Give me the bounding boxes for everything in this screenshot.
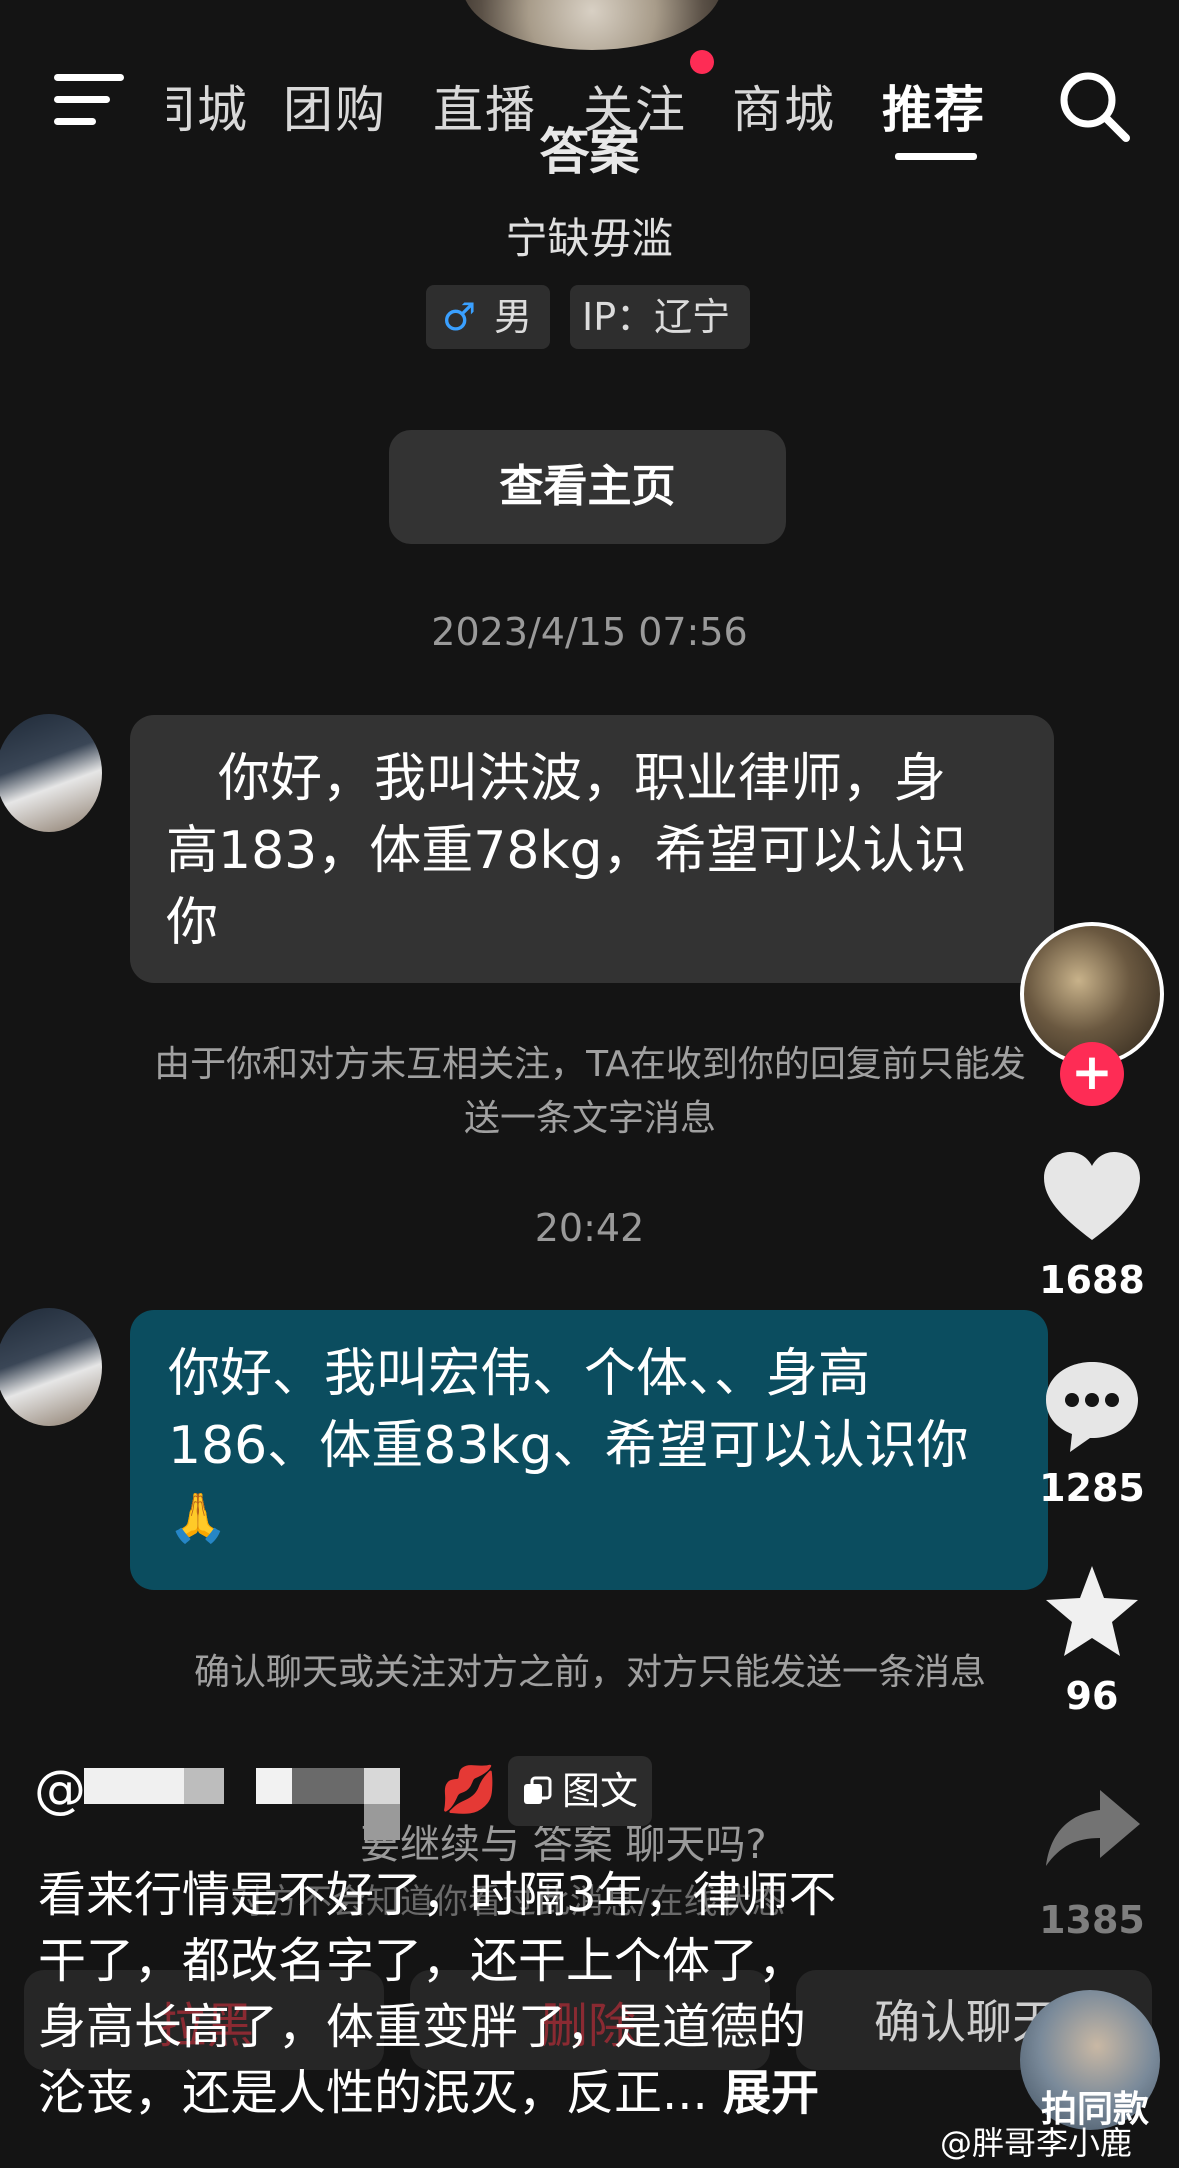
- message-bubble: 你好，我叫洪波，职业律师，身 高183，体重78kg，希望可以认识 你: [130, 715, 1054, 983]
- image-text-label: 图文: [562, 1769, 639, 1813]
- follow-notice: 由于你和对方未互相关注，TA在收到你的回复前只能发 送一条文字消息: [100, 1038, 1080, 1146]
- caption-line: 沦丧，还是人性的泯灭，反正... 展开: [38, 2060, 918, 2126]
- redacted-name: [184, 1768, 224, 1804]
- top-avatar-peek: [462, 0, 722, 50]
- pray-emoji: 🙏: [168, 1490, 228, 1546]
- kiss-emoji: 💋: [440, 1762, 498, 1816]
- notice-line: 由于你和对方未互相关注，TA在收到你的回复前只能发: [154, 1044, 1026, 1085]
- copy-icon: [524, 1776, 552, 1804]
- comment-count: 1285: [1039, 1466, 1145, 1510]
- star-icon[interactable]: [1040, 1562, 1144, 1662]
- message-line: 你好，我叫洪波，职业律师，身: [166, 749, 947, 809]
- profile-bio: 宁缺毋滥: [505, 214, 674, 263]
- expand-button[interactable]: 展开: [723, 2065, 819, 2121]
- favorite-count: 96: [1065, 1674, 1119, 1718]
- message-line: 高183，体重78kg，希望可以认识: [166, 821, 967, 881]
- redacted-name: [84, 1768, 184, 1804]
- redacted-name: [364, 1768, 400, 1804]
- redacted-name: [256, 1768, 292, 1804]
- heart-icon[interactable]: [1040, 1148, 1144, 1248]
- caption-line: 看来行情是不好了，时隔3年，律师不: [38, 1867, 837, 1923]
- view-profile-button[interactable]: 查看主页: [389, 430, 786, 544]
- comment-icon[interactable]: [1040, 1356, 1144, 1456]
- gender-tag: ♂ 男: [426, 285, 550, 349]
- caption-last-line: 沦丧，还是人性的泯灭，反正...: [38, 2065, 708, 2121]
- ip-tag: IP：辽宁: [570, 285, 750, 349]
- message-timestamp: 2023/4/15 07:56: [431, 610, 748, 654]
- weibo-watermark: @胖哥李小鹿: [940, 2124, 1133, 2162]
- message-line: 186、体重83kg、希望可以认识你: [168, 1416, 969, 1476]
- redacted-name: [292, 1768, 364, 1804]
- gender-label: 男: [494, 295, 533, 339]
- post-caption[interactable]: 看来行情是不好了，时隔3年，律师不 干了，都改名字了，还干上个体了， 身高长高了…: [38, 1862, 918, 2126]
- author-at[interactable]: @: [34, 1760, 86, 1820]
- chat-notice: 确认聊天或关注对方之前，对方只能发送一条消息: [193, 1652, 986, 1693]
- caption-line: 身高长高了，体重变胖了，是道德的: [38, 1999, 807, 2055]
- sender-avatar[interactable]: [0, 1308, 102, 1426]
- image-text-badge: 图文: [508, 1756, 652, 1826]
- notification-dot: [690, 50, 714, 74]
- male-icon: ♂: [442, 295, 477, 339]
- message-timestamp: 20:42: [534, 1206, 645, 1250]
- notice-line: 送一条文字消息: [463, 1098, 716, 1139]
- sender-avatar[interactable]: [0, 714, 102, 832]
- message-line: 你: [166, 893, 219, 953]
- redacted-name: [364, 1804, 400, 1840]
- profile-name: 答案: [539, 123, 640, 181]
- caption-line: 干了，都改名字了，还干上个体了，: [38, 1933, 807, 1989]
- message-bubble: 你好、我叫宏伟、个体、、身高 186、体重83kg、希望可以认识你 🙏: [130, 1310, 1048, 1590]
- follow-plus-icon[interactable]: +: [1060, 1042, 1124, 1106]
- message-line: 你好、我叫宏伟、个体、、身高: [168, 1344, 871, 1404]
- like-count: 1688: [1039, 1258, 1145, 1302]
